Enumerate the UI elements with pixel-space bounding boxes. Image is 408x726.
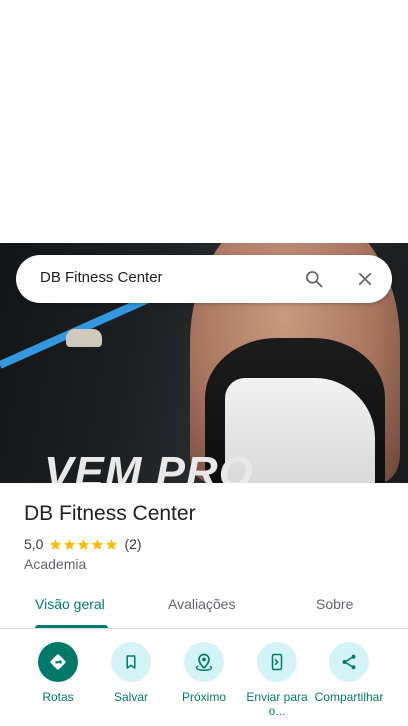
send-to-phone-icon — [257, 642, 297, 682]
tab-reviews[interactable]: Avaliações — [168, 596, 235, 612]
nearby-label: Próximo — [181, 690, 226, 704]
place-category: Academia — [24, 556, 87, 572]
directions-icon — [38, 642, 78, 682]
search-icon[interactable] — [302, 267, 326, 291]
search-bar[interactable]: DB Fitness Center — [16, 255, 392, 303]
tab-overview[interactable]: Visão geral — [35, 596, 105, 612]
save-label: Salvar — [113, 690, 148, 704]
share-label: Compartilhar — [314, 690, 384, 704]
rating-stars — [49, 538, 118, 551]
share-button[interactable]: Compartilhar — [309, 642, 389, 704]
nearby-icon — [184, 642, 224, 682]
hero-shoe — [66, 329, 102, 347]
action-bar: Rotas Salvar Próximo Enviar para o... Co… — [0, 628, 408, 726]
directions-button[interactable]: Rotas — [18, 642, 98, 704]
nearby-button[interactable]: Próximo — [164, 642, 244, 704]
send-to-phone-label: Enviar para o... — [246, 690, 308, 718]
search-input[interactable]: DB Fitness Center — [40, 269, 163, 286]
star-icon — [64, 538, 76, 550]
review-count[interactable]: (2) — [124, 536, 141, 552]
star-icon — [78, 538, 90, 550]
close-icon[interactable] — [353, 267, 377, 291]
tab-about[interactable]: Sobre — [316, 596, 353, 612]
share-icon — [329, 642, 369, 682]
hero-banner-text: VEM PRO — [44, 448, 254, 484]
send-to-phone-button[interactable]: Enviar para o... — [237, 642, 317, 718]
bookmark-icon — [111, 642, 151, 682]
save-button[interactable]: Salvar — [91, 642, 171, 704]
star-icon — [50, 538, 62, 550]
star-icon — [106, 538, 118, 550]
place-title: DB Fitness Center — [24, 502, 196, 525]
star-icon — [92, 538, 104, 550]
place-tabs: Visão geral Avaliações Sobre — [0, 586, 408, 629]
place-rating[interactable]: 5,0 (2) — [24, 536, 142, 552]
directions-label: Rotas — [42, 690, 74, 704]
rating-value: 5,0 — [24, 536, 44, 552]
